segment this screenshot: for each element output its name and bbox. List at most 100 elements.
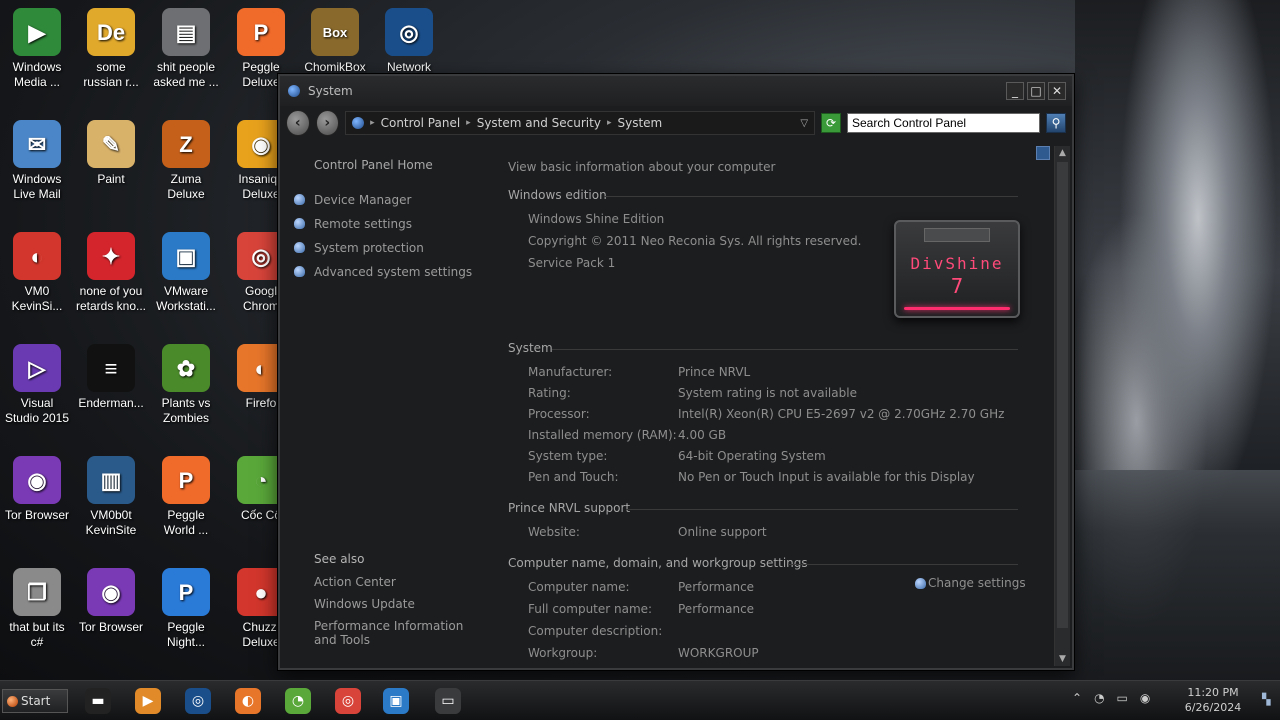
clock-date: 6/26/2024 — [1184, 701, 1242, 714]
chevron-right-icon[interactable]: ▸ — [607, 118, 612, 128]
advanced-system-settings-link[interactable]: Advanced system settings — [294, 265, 472, 279]
desktop-shortcut[interactable]: P Peggle Night... — [149, 568, 223, 650]
desktop-shortcut-label: Peggle World ... — [163, 508, 209, 537]
taskbar-button[interactable]: ▭ — [426, 684, 470, 718]
minimize-button[interactable]: _ — [1006, 82, 1024, 100]
refresh-button[interactable]: ⟳ — [821, 113, 841, 133]
scroll-up-icon[interactable]: ▲ — [1055, 146, 1070, 160]
start-orb-icon — [7, 696, 18, 707]
section-divider — [788, 564, 1018, 565]
desktop-shortcut[interactable]: ◉ Tor Browser — [0, 456, 74, 523]
show-hidden-icons-icon[interactable]: ⌃ — [1072, 691, 1082, 705]
edition-copyright: Copyright © 2011 Neo Reconia Sys. All ri… — [528, 234, 862, 248]
taskbar-app-1-icon: ▬ — [85, 688, 111, 714]
search-input[interactable] — [847, 113, 1041, 133]
address-row: ‹ › ▸ Control Panel ▸ System and Securit… — [280, 106, 1072, 140]
taskbar-button[interactable]: ◐ — [226, 684, 270, 718]
taskbar-clock[interactable]: 11:20 PM 6/26/2024 — [1168, 685, 1258, 715]
desktop-shortcut[interactable]: ◉ Tor Browser — [74, 568, 148, 635]
device-manager-label: Device Manager — [314, 193, 412, 207]
desktop-shortcut[interactable]: ◎ Network — [372, 8, 446, 75]
system-property-label: Installed memory (RAM): — [528, 428, 677, 442]
edition-name: Windows Shine Edition — [528, 212, 665, 226]
change-settings-link[interactable]: Change settings — [915, 576, 1026, 590]
device-manager-link[interactable]: Device Manager — [294, 193, 412, 207]
forward-button[interactable]: › — [315, 110, 340, 136]
start-button[interactable]: Start — [2, 689, 68, 713]
desktop-shortcut[interactable]: Box ChomikBox — [298, 8, 372, 75]
scroll-down-icon[interactable]: ▼ — [1055, 652, 1070, 666]
desktop-shortcut[interactable]: ≡ Enderman... — [74, 344, 148, 411]
desktop-shortcut[interactable]: ✿ Plants vs Zombies — [149, 344, 223, 426]
system-protection-link[interactable]: System protection — [294, 241, 424, 255]
control-panel-home-link[interactable]: Control Panel Home — [314, 158, 433, 172]
shield-icon — [294, 194, 305, 205]
shield-icon — [294, 218, 305, 229]
network-tray-icon[interactable]: ◔ — [1094, 691, 1104, 705]
window-titlebar[interactable]: System — [280, 76, 1072, 106]
chevron-right-icon[interactable]: ▸ — [370, 118, 375, 128]
taskbar-button[interactable]: ▶ — [126, 684, 170, 718]
show-desktop-icon[interactable]: ▚ — [1262, 693, 1274, 707]
visual-studio-icon: ▷ — [13, 344, 61, 392]
chevron-right-icon[interactable]: ▸ — [466, 118, 471, 128]
some-russian-icon: De — [87, 8, 135, 56]
taskbar-button[interactable]: ▣ — [374, 684, 418, 718]
vm0b0t-kevinsite-icon: ▥ — [87, 456, 135, 504]
windows-edition-section-title: Windows edition — [508, 188, 607, 202]
desktop-shortcut[interactable]: ▶ Windows Media ... — [0, 8, 74, 90]
taskbar-button[interactable]: ◎ — [176, 684, 220, 718]
desktop-shortcut[interactable]: ▥ VM0b0t KevinSite — [74, 456, 148, 538]
start-label: Start — [21, 694, 51, 708]
breadcrumb-control-panel[interactable]: Control Panel — [381, 116, 461, 130]
content-area: Control Panel Home Device Manager Remote… — [280, 140, 1072, 668]
network-icon: ◎ — [385, 8, 433, 56]
system-property-label: Rating: — [528, 386, 571, 400]
volume-tray-icon[interactable]: ◉ — [1140, 691, 1150, 705]
help-icon[interactable] — [1036, 146, 1050, 160]
action-center-link[interactable]: Action Center — [314, 575, 396, 589]
search-icon[interactable]: ⚲ — [1046, 113, 1066, 133]
system-window: System _ □ ✕ ‹ › ▸ Control Panel ▸ Syste… — [278, 74, 1074, 670]
system-protection-label: System protection — [314, 241, 424, 255]
logo-slot — [924, 228, 990, 242]
desktop-shortcut[interactable]: ▤ shit people asked me ... — [149, 8, 223, 90]
desktop-shortcut[interactable]: ✉ Windows Live Mail — [0, 120, 74, 202]
back-button[interactable]: ‹ — [286, 110, 310, 136]
desktop-shortcut[interactable]: ◐ VM0 KevinSi... — [0, 232, 74, 314]
desktop-shortcut[interactable]: De some russian r... — [74, 8, 148, 90]
taskbar-button[interactable]: ▬ — [76, 684, 120, 718]
computer-property-value: WORKGROUP — [678, 646, 759, 660]
breadcrumb-system-and-security[interactable]: System and Security — [477, 116, 601, 130]
performance-information-link[interactable]: Performance Information and Tools — [314, 619, 484, 647]
desktop-shortcut-label: that but its c# — [9, 620, 65, 649]
desktop-shortcut[interactable]: Z Zuma Deluxe — [149, 120, 223, 202]
windows-update-link[interactable]: Windows Update — [314, 597, 415, 611]
shield-icon — [294, 242, 305, 253]
system-property-value: 64-bit Operating System — [678, 449, 826, 463]
remote-settings-link[interactable]: Remote settings — [294, 217, 412, 231]
desktop-shortcut[interactable]: P Peggle World ... — [149, 456, 223, 538]
scrollbar-thumb[interactable] — [1057, 162, 1068, 628]
chevron-down-icon[interactable]: ▽ — [800, 118, 808, 129]
system-icon — [288, 85, 300, 97]
desktop-shortcut[interactable]: ✦ none of you retards kno... — [74, 232, 148, 314]
taskbar-button[interactable]: ◔ — [276, 684, 320, 718]
system-property-value: Prince NRVL — [678, 365, 751, 379]
desktop-shortcut[interactable]: ✎ Paint — [74, 120, 148, 187]
online-support-link[interactable]: Online support — [678, 525, 767, 539]
computer-property-label: Workgroup: — [528, 646, 598, 660]
close-button[interactable]: ✕ — [1048, 82, 1066, 100]
clock-time: 11:20 PM — [1187, 686, 1239, 699]
window-title: System — [308, 84, 353, 98]
vertical-scrollbar[interactable]: ▲ ▼ — [1054, 146, 1070, 666]
taskbar-button[interactable]: ◎ — [326, 684, 370, 718]
monitor-tray-icon[interactable]: ▭ — [1117, 691, 1128, 705]
taskbar-vmware-icon: ▣ — [383, 688, 409, 714]
breadcrumb-system[interactable]: System — [617, 116, 662, 130]
desktop-shortcut[interactable]: ▣ VMware Workstati... — [149, 232, 223, 314]
maximize-button[interactable]: □ — [1027, 82, 1045, 100]
desktop-shortcut[interactable]: ▷ Visual Studio 2015 — [0, 344, 74, 426]
address-bar[interactable]: ▸ Control Panel ▸ System and Security ▸ … — [345, 111, 816, 135]
desktop-shortcut[interactable]: ❐ that but its c# — [0, 568, 74, 650]
